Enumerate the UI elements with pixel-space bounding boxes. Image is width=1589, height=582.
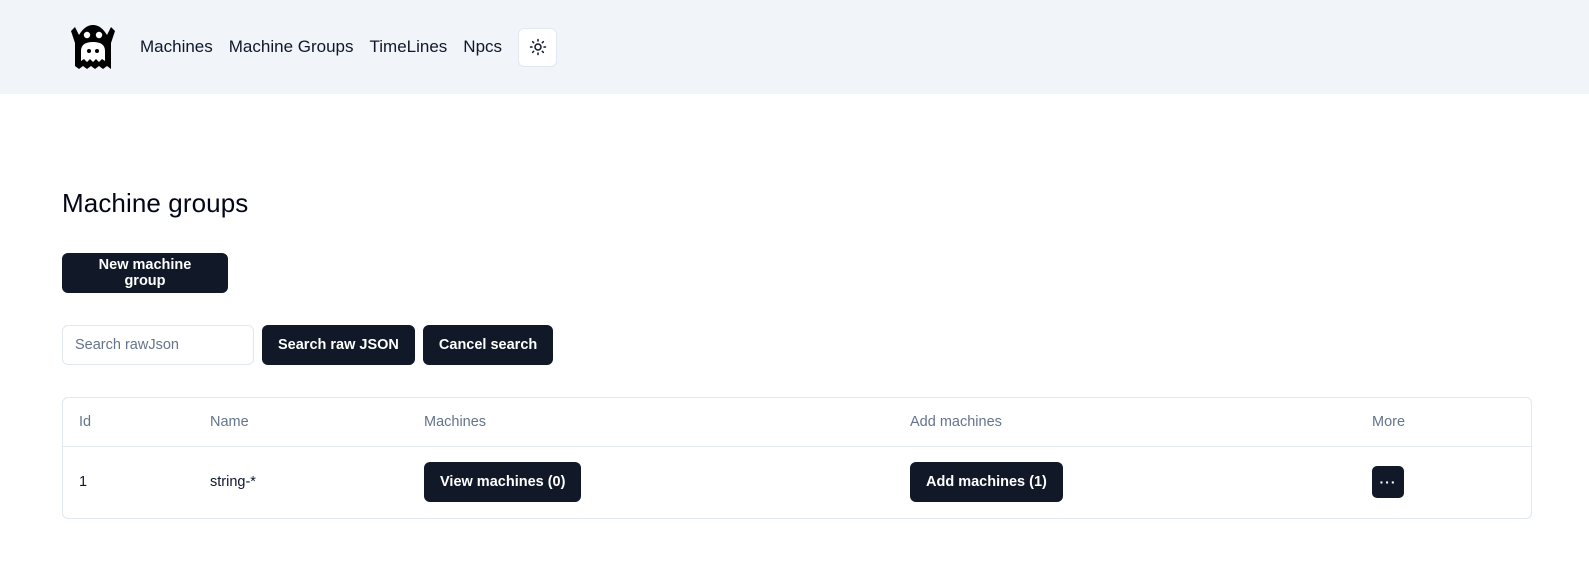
cancel-search-button[interactable]: Cancel search	[422, 325, 554, 365]
cell-name: string-*	[210, 474, 256, 491]
more-options-button[interactable]: ···	[1372, 466, 1404, 499]
search-bar: Search raw JSON Cancel search	[62, 325, 1511, 365]
navbar: Machines Machine Groups TimeLines Npcs	[0, 0, 1589, 94]
column-header-machines: Machines	[408, 398, 894, 447]
nav-link-machine-groups[interactable]: Machine Groups	[229, 37, 354, 57]
nav-link-npcs[interactable]: Npcs	[463, 37, 502, 57]
theme-toggle-button[interactable]	[518, 27, 558, 67]
machine-groups-table: Id Name Machines Add machines More 1 str…	[62, 397, 1532, 519]
column-header-name: Name	[194, 398, 408, 447]
table-header-row: Id Name Machines Add machines More	[63, 398, 1531, 447]
nav-link-machines[interactable]: Machines	[140, 37, 213, 57]
ghost-logo-icon[interactable]	[66, 20, 120, 74]
column-header-add-machines: Add machines	[894, 398, 1356, 447]
column-header-id: Id	[63, 398, 194, 447]
cell-id: 1	[79, 474, 88, 491]
view-machines-button[interactable]: View machines (0)	[424, 462, 582, 503]
main-content: Machine groups New machine group Search …	[0, 188, 1589, 519]
add-machines-button[interactable]: Add machines (1)	[910, 462, 1063, 503]
table-row: 1 string-* View machines (0) Add machine…	[63, 446, 1531, 518]
cell-machines: View machines (0)	[408, 446, 894, 518]
nav-link-timelines[interactable]: TimeLines	[370, 37, 448, 57]
cell-more: ···	[1356, 446, 1531, 518]
sun-icon	[529, 38, 546, 56]
page-title: Machine groups	[62, 188, 249, 218]
search-rawjson-input[interactable]	[62, 325, 254, 365]
cell-add-machines: Add machines (1)	[894, 446, 1356, 518]
ellipsis-icon: ···	[1379, 474, 1397, 491]
new-machine-group-button[interactable]: New machine group	[62, 253, 228, 293]
search-raw-json-button[interactable]: Search raw JSON	[262, 325, 415, 365]
column-header-more: More	[1356, 398, 1531, 447]
